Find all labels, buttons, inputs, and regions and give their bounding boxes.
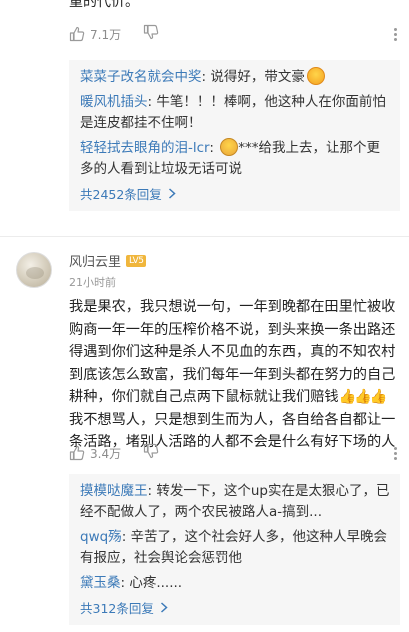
like-button[interactable]: 3.4万 [69,445,121,462]
reply-preview-box: 摸模哒魔王: 转发一下，这个up实在是太狠心了，已经不配做人了，两个农民被路人a… [69,474,400,625]
dislike-button[interactable] [143,443,159,463]
comment-username[interactable]: 风归云里 [69,251,121,270]
reply-item[interactable]: qwq殇: 辛苦了，这个社会好人多，他这种人早晚会有报应，社会舆论会惩罚他 [80,527,390,569]
reply-username[interactable]: 黛玉桑 [80,575,121,591]
dislike-button[interactable] [143,24,159,44]
chevron-right-icon [168,188,176,199]
thumbs-down-icon [143,24,159,40]
thumbs-up-icon [69,445,85,461]
cry-emoji-icon [220,138,239,156]
laugh-emoji-icon [306,67,325,85]
more-options-icon[interactable] [391,27,399,41]
reply-username[interactable]: 轻轻拭去眼角的泪-lcr [80,140,209,156]
reply-item[interactable]: 菜菜子改名就会中奖: 说得好，带文豪 [80,67,390,88]
chevron-right-icon [160,602,168,613]
avatar[interactable] [16,252,52,288]
comment-username-row: 风归云里 LV5 [69,251,147,270]
comment-actions: 3.4万 [69,443,399,463]
level-badge: LV5 [126,254,147,267]
reply-item[interactable]: 暖风机插头: 牛笔！！！棒啊，他这种人在你面前怕是连皮都挂不住啊！ [80,92,390,134]
comment-actions: 7.1万 [69,24,399,44]
thumbs-up-icon [69,26,85,42]
comment-body: 我是果农，我只想说一句，一年到晚都在田里忙被收购商一年一年的压榨价格不说，到头来… [69,296,404,454]
see-all-replies-link[interactable]: 共312条回复 [80,598,390,617]
like-button[interactable]: 7.1万 [69,26,121,43]
reply-text: : 辛苦了，这个社会好人多，他这种人早晚会有报应，社会舆论会惩罚他 [80,529,388,566]
comment-text-tail: 重的代价。 [69,0,139,10]
reply-username[interactable]: qwq殇 [80,529,122,545]
see-all-label: 共312条回复 [80,601,154,616]
reply-text: : 心疼...... [120,575,183,591]
like-count: 7.1万 [90,27,122,42]
reply-item[interactable]: 轻轻拭去眼角的泪-lcr: ***给我上去，让那个更多的人看到让垃圾无话可说 [80,138,390,180]
reply-username[interactable]: 菜菜子改名就会中奖 [80,69,202,85]
thumbs-up-emoji: 👍👍👍 [338,389,388,405]
like-count: 3.4万 [90,446,122,461]
reply-username[interactable]: 暖风机插头 [80,94,148,110]
reply-item[interactable]: 摸模哒魔王: 转发一下，这个up实在是太狠心了，已经不配做人了，两个农民被路人a… [80,481,390,523]
more-options-icon[interactable] [391,446,399,460]
thumbs-down-icon [143,443,159,459]
comment-timestamp: 21小时前 [69,276,116,289]
reply-text: : 说得好，带文豪 [201,69,305,85]
reply-item[interactable]: 黛玉桑: 心疼...... [80,573,390,594]
reply-username[interactable]: 摸模哒魔王 [80,483,148,499]
see-all-replies-link[interactable]: 共2452条回复 [80,184,390,203]
reply-preview-box: 菜菜子改名就会中奖: 说得好，带文豪 暖风机插头: 牛笔！！！棒啊，他这种人在你… [69,60,400,211]
comment-divider [0,236,409,237]
see-all-label: 共2452条回复 [80,187,162,202]
